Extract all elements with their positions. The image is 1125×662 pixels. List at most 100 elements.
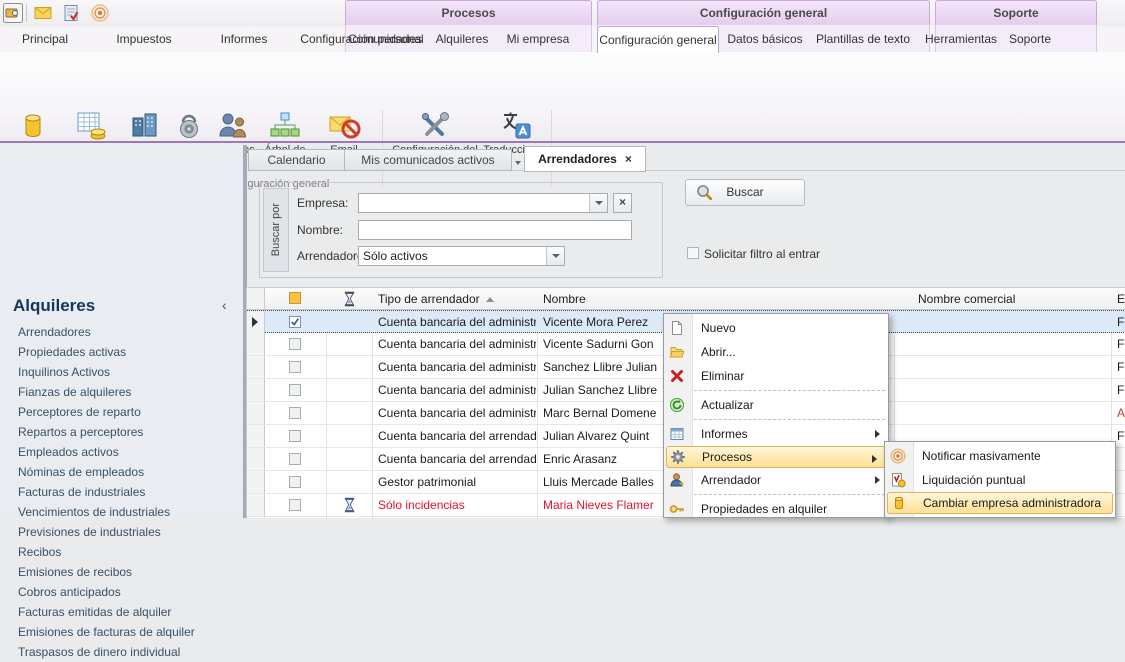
submenu-item-cambiar-empresa-administradora[interactable]: Cambiar empresa administradora	[887, 492, 1113, 514]
close-icon[interactable]: ×	[625, 152, 632, 166]
sidebar-item-nominas-de-empleados[interactable]: Nóminas de empleados	[18, 462, 233, 482]
sidebar-item-repartos-a-perceptores[interactable]: Repartos a perceptores	[18, 422, 233, 442]
doc-tab-mis-comunicados-activos[interactable]: Mis comunicados activos	[344, 149, 512, 171]
column-header-tipo-de-arrendador[interactable]: Tipo de arrendador	[378, 288, 536, 310]
sidebar-item-recibos[interactable]: Recibos	[18, 542, 233, 562]
tab-herramientas[interactable]: Herramientas	[922, 27, 1000, 52]
menu-item-informes[interactable]: Informes	[664, 422, 888, 446]
submenu-item-notificar-masivamente[interactable]: Notificar masivamente	[885, 444, 1115, 468]
contextual-group-configuracion-general: Configuración general	[597, 0, 930, 25]
procesos-submenu: Notificar masivamente Liquidación puntua…	[884, 441, 1116, 518]
solicitar-filtro-checkbox[interactable]	[687, 247, 699, 259]
hourglass-column-icon[interactable]	[343, 291, 356, 310]
tab-alquileres[interactable]: Alquileres	[428, 27, 496, 52]
sidebar-item-fianzas-de-alquileres[interactable]: Fianzas de alquileres	[18, 382, 233, 402]
sidebar-item-vencimientos-de-industriales[interactable]: Vencimientos de industriales	[18, 502, 233, 522]
row-checkbox[interactable]	[289, 384, 301, 396]
row-checkbox[interactable]	[289, 476, 301, 488]
tab-mi-empresa[interactable]: Mi empresa	[498, 27, 578, 52]
notes-check-icon[interactable]	[62, 3, 82, 23]
buscar-button-label: Buscar	[686, 180, 804, 205]
sidebar-item-facturas-de-industriales[interactable]: Facturas de industriales	[18, 482, 233, 502]
tab-configuracion-general[interactable]: Configuración general	[597, 26, 719, 53]
database-icon	[16, 109, 50, 143]
quick-access-toolbar: Procesos Configuración general Soporte	[0, 0, 1125, 26]
tab-impuestos[interactable]: Impuestos	[90, 27, 198, 52]
users-icon	[216, 109, 250, 143]
row-checkbox-checked[interactable]	[289, 316, 301, 328]
sidebar-item-inquilinos-activos[interactable]: Inquilinos Activos	[18, 362, 233, 382]
sidebar-collapse-icon[interactable]: ‹	[222, 297, 227, 313]
doc-tab-arrendadores[interactable]: Arrendadores×	[524, 146, 646, 172]
cell-tipo: Cuenta bancaria del administrador	[378, 379, 536, 401]
sidebar-item-cobros-anticipados[interactable]: Cobros anticipados	[18, 582, 233, 602]
row-checkbox[interactable]	[289, 407, 301, 419]
tools-icon	[418, 109, 452, 143]
submenu-item-liquidacion-puntual[interactable]: Liquidación puntual	[885, 468, 1115, 492]
menu-item-nuevo[interactable]: Nuevo	[664, 316, 888, 340]
row-checkbox[interactable]	[289, 361, 301, 373]
column-label: Tipo de arrendador	[378, 292, 480, 306]
menu-item-actualizar[interactable]: Actualizar	[664, 393, 888, 417]
menu-item-propiedades-en-alquiler[interactable]: Propiedades en alquiler	[664, 497, 888, 518]
column-header-nombre[interactable]: Nombre	[543, 288, 893, 310]
app-icon[interactable]	[3, 3, 23, 23]
cell-tipo: Cuenta bancaria del administrador	[378, 356, 536, 378]
empresa-combo[interactable]	[358, 193, 608, 213]
menu-item-label: Cambiar empresa administradora	[923, 496, 1101, 510]
ribbon-body: Empresas Cuentas contables Oficinas Role…	[0, 52, 1125, 141]
sidebar-alquileres: Alquileres ‹ Arrendadores Propiedades ac…	[0, 145, 243, 518]
broadcast-icon	[890, 448, 906, 464]
menu-item-abrir[interactable]: Abrir...	[664, 340, 888, 364]
arrendadores-combo[interactable]: Sólo activos	[358, 246, 565, 266]
cell-extra: F	[1117, 311, 1125, 333]
buscar-button[interactable]: Buscar	[685, 179, 805, 206]
doc-tab-calendario[interactable]: Calendario	[248, 149, 345, 171]
tab-plantillas-de-texto[interactable]: Plantillas de texto	[808, 27, 918, 52]
tab-informes[interactable]: Informes	[198, 27, 290, 52]
sidebar-item-previsiones-de-industriales[interactable]: Previsiones de industriales	[18, 522, 233, 542]
column-header-extra[interactable]: E	[1117, 288, 1125, 310]
sidebar-item-traspasos-de-dinero-individual[interactable]: Traspasos de dinero individual	[18, 642, 233, 662]
chevron-down-icon[interactable]	[546, 247, 564, 265]
row-checkbox[interactable]	[289, 453, 301, 465]
row-indicator	[247, 311, 265, 333]
menu-item-label: Eliminar	[701, 369, 744, 383]
search-panel-side-tab[interactable]: Buscar por	[263, 188, 289, 272]
menu-item-label: Actualizar	[701, 398, 754, 412]
row-checkbox[interactable]	[289, 430, 301, 442]
menu-item-eliminar[interactable]: Eliminar	[664, 364, 888, 388]
empresa-clear-icon[interactable]: ×	[613, 193, 632, 213]
sidebar-item-perceptores-de-reparto[interactable]: Perceptores de reparto	[18, 402, 233, 422]
ribbon-bottom-border	[0, 141, 1125, 143]
nombre-input[interactable]	[358, 220, 632, 240]
nombre-label: Nombre:	[297, 220, 343, 240]
tab-soporte[interactable]: Soporte	[1000, 27, 1060, 52]
sidebar-item-emisiones-de-facturas-de-alquiler[interactable]: Emisiones de facturas de alquiler	[18, 622, 233, 642]
tab-principal[interactable]: Principal	[2, 27, 88, 52]
cell-extra: F	[1117, 379, 1125, 401]
sidebar-item-emisiones-de-recibos[interactable]: Emisiones de recibos	[18, 562, 233, 582]
sidebar-item-facturas-emitidas-de-alquiler[interactable]: Facturas emitidas de alquiler	[18, 602, 233, 622]
chevron-down-icon[interactable]	[589, 194, 607, 212]
mail-icon[interactable]	[33, 3, 53, 23]
sidebar-item-empleados-activos[interactable]: Empleados activos	[18, 442, 233, 462]
tab-comunidades[interactable]: Comunidades	[345, 27, 425, 52]
select-all-checkbox[interactable]	[289, 292, 301, 304]
row-checkbox[interactable]	[289, 338, 301, 350]
context-menu: Nuevo Abrir... Eliminar Actualizar Infor…	[663, 313, 889, 518]
sidebar-item-arrendadores[interactable]: Arrendadores	[18, 322, 233, 342]
cell-extra: F	[1117, 425, 1125, 447]
tab-datos-basicos[interactable]: Datos básicos	[722, 27, 808, 52]
broadcast-icon[interactable]	[90, 3, 110, 23]
row-checkbox[interactable]	[289, 499, 301, 511]
menu-item-procesos[interactable]: Procesos	[666, 446, 886, 468]
menu-item-arrendador[interactable]: Arrendador	[664, 468, 888, 492]
settlement-doc-icon	[890, 472, 906, 488]
column-header-nombre-comercial[interactable]: Nombre comercial	[906, 288, 1118, 310]
menu-item-label: Procesos	[702, 450, 752, 464]
sidebar-item-propiedades-activas[interactable]: Propiedades activas	[18, 342, 233, 362]
report-icon	[669, 426, 685, 442]
menu-item-label: Propiedades en alquiler	[701, 502, 827, 516]
key-icon	[669, 501, 685, 517]
